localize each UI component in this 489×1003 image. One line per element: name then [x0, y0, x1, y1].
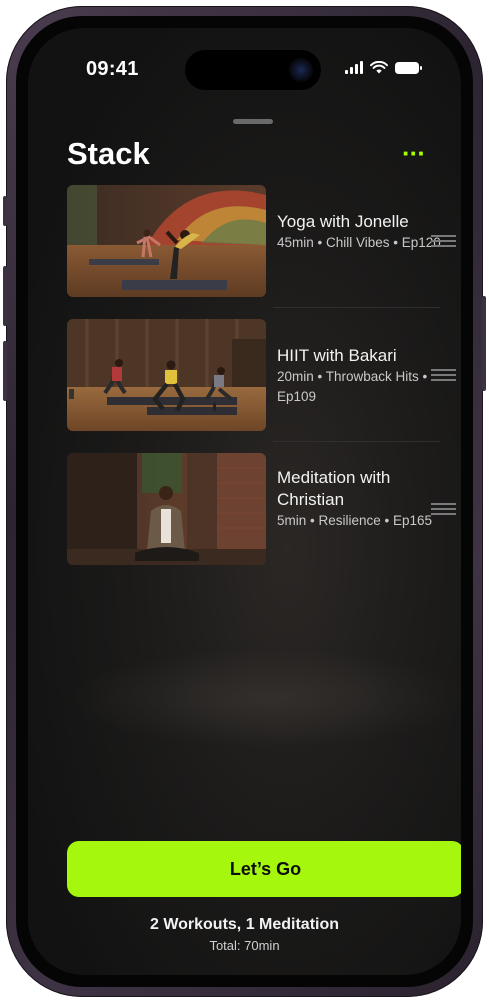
list-item[interactable]: HIIT with Bakari 20min • Throwback Hits … [67, 319, 461, 442]
status-icons [345, 61, 422, 74]
meditation-thumbnail [67, 453, 266, 565]
volume-down-button [3, 341, 7, 401]
page-title: Stack [67, 136, 150, 171]
wifi-icon [370, 61, 388, 74]
workout-meta: 45min • Chill Vibes • Ep120 [277, 235, 441, 250]
side-button [482, 296, 486, 391]
bezel: 09:41 Stack ··· Yoga with Jonelle 45min … [16, 16, 473, 987]
reorder-handle-icon[interactable] [431, 503, 456, 515]
cellular-signal-icon [345, 61, 363, 74]
screen: 09:41 Stack ··· Yoga with Jonelle 45min … [28, 28, 461, 975]
status-time: 09:41 [86, 58, 139, 80]
battery-icon [395, 61, 422, 74]
background-glow [68, 648, 461, 748]
workout-title: Yoga with Jonelle [277, 212, 409, 231]
yoga-thumbnail [67, 185, 266, 297]
lets-go-button[interactable]: Let’s Go [67, 841, 461, 897]
ellipsis-icon[interactable]: ··· [402, 140, 426, 166]
reorder-handle-icon[interactable] [431, 235, 456, 247]
sheet-grabber[interactable] [233, 119, 273, 124]
workout-title: HIIT with Bakari [277, 346, 397, 365]
reorder-handle-icon[interactable] [431, 369, 456, 381]
stack-total: Total: 70min [209, 938, 280, 953]
stack-summary: 2 Workouts, 1 Meditation [149, 916, 340, 933]
list-item[interactable]: Yoga with Jonelle 45min • Chill Vibes • … [67, 185, 461, 308]
front-camera-icon [289, 58, 313, 82]
workout-meta: 5min • Resilience • Ep165 [277, 513, 433, 528]
volume-up-button [3, 266, 7, 326]
workout-meta: 20min • Throwback Hits • Ep109 [277, 369, 428, 404]
workout-title: Meditation with Christian [277, 468, 391, 509]
list-item[interactable]: Meditation with Christian 5min • Resilie… [67, 453, 461, 565]
phone-frame: 09:41 Stack ··· Yoga with Jonelle 45min … [3, 6, 486, 997]
dynamic-island [185, 50, 321, 90]
hiit-thumbnail [67, 319, 266, 431]
action-button [3, 196, 7, 226]
